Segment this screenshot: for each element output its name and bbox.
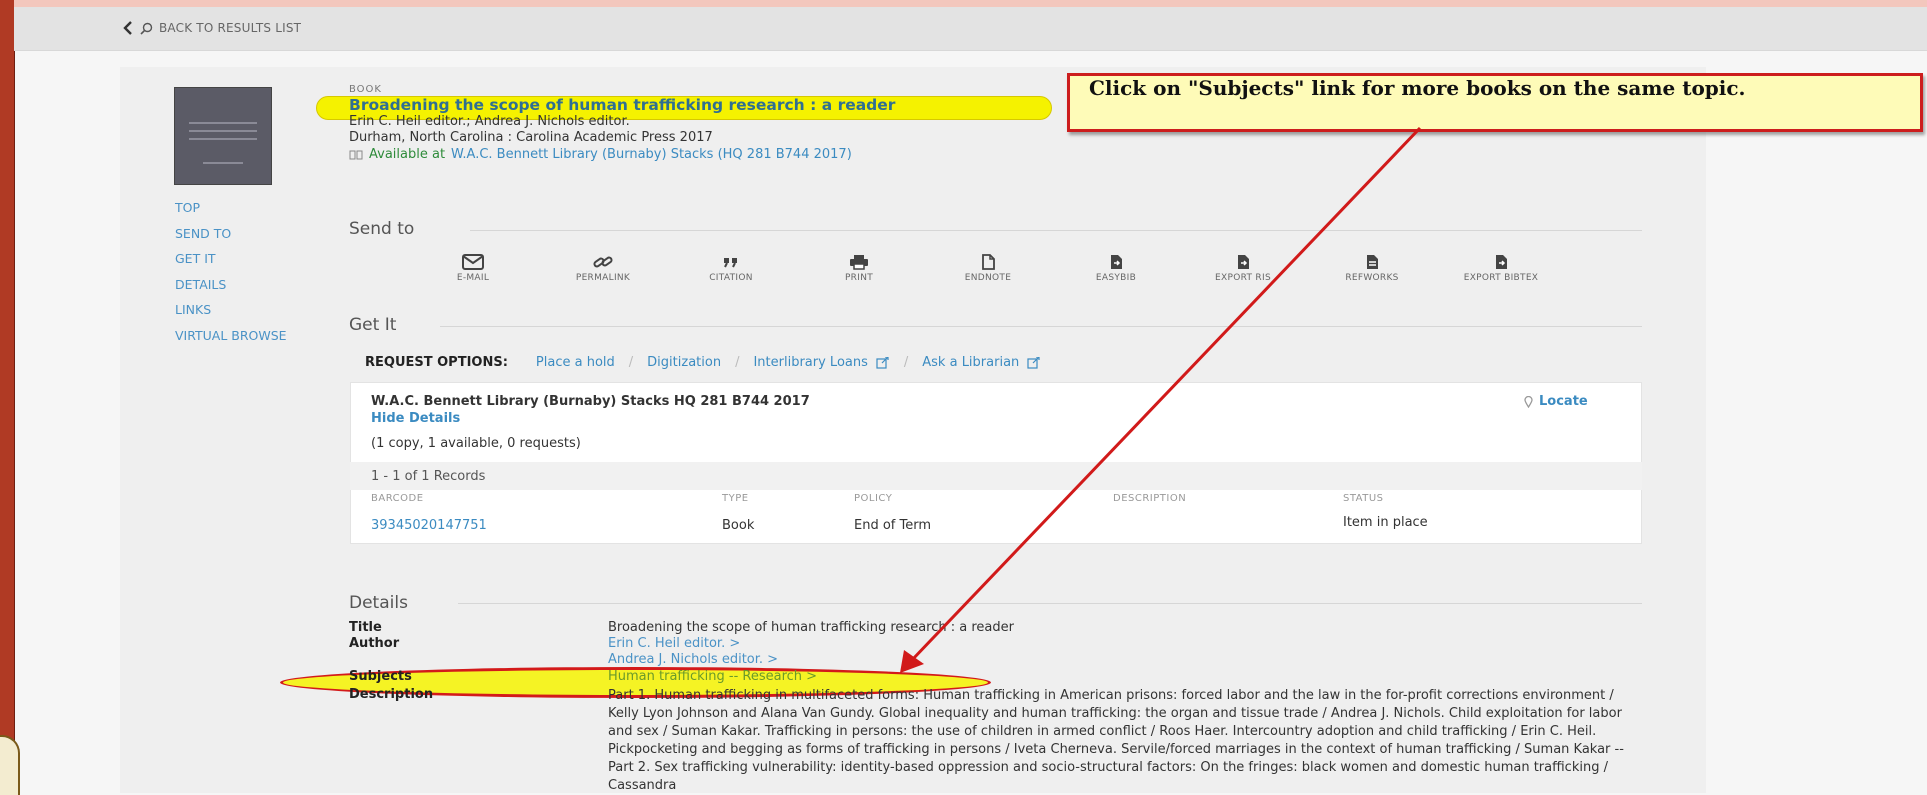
column-description: DESCRIPTION	[1113, 493, 1187, 504]
chevron-left-icon	[123, 21, 132, 35]
slide-frame-left	[0, 0, 15, 793]
printer-icon	[850, 255, 868, 270]
ask-librarian-link[interactable]: Ask a Librarian	[922, 355, 1019, 370]
item-type: Book	[722, 518, 755, 533]
details-author-link[interactable]: Erin C. Heil editor. >	[608, 636, 740, 651]
quote-icon	[724, 258, 737, 268]
item-policy: End of Term	[854, 518, 932, 533]
details-description-label: Description	[349, 687, 434, 702]
book-availability-icon	[349, 150, 363, 159]
availability-line[interactable]: Available at W.A.C. Bennett Library (Bur…	[349, 147, 852, 162]
book-cover-thumbnail[interactable]	[174, 87, 272, 185]
availability-location-link[interactable]: W.A.C. Bennett Library (Burnaby) Stacks …	[451, 147, 852, 162]
file-export-icon	[1496, 255, 1507, 269]
separator: /	[903, 355, 909, 370]
send-endnote-button[interactable]: ENDNOTE	[943, 254, 1033, 283]
send-citation-button[interactable]: CITATION	[686, 254, 776, 283]
nav-get-it[interactable]: GET IT	[175, 249, 287, 275]
search-icon	[140, 22, 153, 35]
details-subjects-label: Subjects	[349, 669, 412, 684]
separator: /	[628, 355, 634, 370]
get-it-heading: Get It	[349, 315, 397, 335]
record-type: BOOK	[349, 84, 382, 95]
item-barcode[interactable]: 39345020147751	[371, 518, 487, 533]
nav-virtual-browse[interactable]: VIRTUAL BROWSE	[175, 326, 287, 352]
copies-summary: (1 copy, 1 available, 0 requests)	[371, 436, 581, 451]
external-link-icon	[876, 356, 889, 369]
column-status: STATUS	[1343, 493, 1384, 504]
interlibrary-loans-link[interactable]: Interlibrary Loans	[753, 355, 867, 370]
request-options-label: REQUEST OPTIONS:	[365, 355, 508, 370]
slide-page-curl	[0, 735, 20, 795]
subjects-link[interactable]: Human trafficking -- Research >	[608, 669, 817, 684]
back-to-results-link[interactable]: BACK TO RESULTS LIST	[122, 21, 301, 35]
file-export-icon	[1238, 255, 1249, 269]
locate-label: Locate	[1539, 394, 1588, 409]
send-easybib-button[interactable]: EASYBIB	[1071, 254, 1161, 283]
nav-top[interactable]: TOP	[175, 198, 287, 224]
column-policy: POLICY	[854, 493, 893, 504]
send-permalink-button[interactable]: PERMALINK	[558, 254, 648, 283]
left-section-nav: TOP SEND TO GET IT DETAILS LINKS VIRTUAL…	[175, 198, 287, 351]
top-bar: BACK TO RESULTS LIST	[14, 7, 1927, 51]
details-divider	[458, 603, 1642, 604]
send-export-bibtex-button[interactable]: EXPORT BIBTEX	[1456, 254, 1546, 283]
record-publication: Durham, North Carolina : Carolina Academ…	[349, 130, 713, 145]
column-type: TYPE	[722, 493, 749, 504]
envelope-icon	[462, 254, 484, 270]
details-author-link[interactable]: Andrea J. Nichols editor. >	[608, 652, 778, 667]
back-to-results-label: BACK TO RESULTS LIST	[159, 21, 302, 35]
document-icon	[982, 254, 995, 270]
annotation-callout-text: Click on "Subjects" link for more books …	[1089, 76, 1746, 100]
details-heading: Details	[349, 593, 408, 613]
send-email-button[interactable]: E-MAIL	[428, 254, 518, 283]
holding-location: W.A.C. Bennett Library (Burnaby) Stacks …	[371, 394, 810, 409]
details-description-value: Part 1. Human trafficking in multifacete…	[608, 688, 1624, 793]
get-it-divider	[440, 326, 1642, 327]
details-author-label: Author	[349, 636, 400, 651]
document-list-icon	[1367, 255, 1378, 269]
nav-links[interactable]: LINKS	[175, 300, 287, 326]
place-hold-link[interactable]: Place a hold	[536, 355, 615, 370]
request-options-row: REQUEST OPTIONS: Place a hold / Digitiza…	[365, 355, 1041, 370]
column-barcode: BARCODE	[371, 493, 424, 504]
file-export-icon	[1111, 255, 1122, 269]
digitization-link[interactable]: Digitization	[647, 355, 721, 370]
details-title-label: Title	[349, 620, 382, 635]
records-count-strip	[350, 462, 1642, 490]
send-refworks-button[interactable]: REFWORKS	[1327, 254, 1417, 283]
external-link-icon	[1027, 356, 1040, 369]
send-to-heading: Send to	[349, 219, 415, 239]
records-count: 1 - 1 of 1 Records	[371, 469, 486, 484]
link-icon	[593, 256, 613, 268]
nav-details[interactable]: DETAILS	[175, 275, 287, 301]
slide-frame-top	[14, 0, 1927, 7]
map-pin-icon	[1524, 395, 1533, 408]
send-print-button[interactable]: PRINT	[814, 254, 904, 283]
hide-details-link[interactable]: Hide Details	[371, 411, 460, 426]
details-title-value: Broadening the scope of human traffickin…	[608, 620, 1014, 635]
item-status: Item in place	[1343, 515, 1428, 530]
separator: /	[735, 355, 740, 370]
nav-send-to[interactable]: SEND TO	[175, 224, 287, 250]
locate-link[interactable]: Locate	[1524, 394, 1588, 409]
send-to-divider	[470, 230, 1642, 231]
send-export-ris-button[interactable]: EXPORT RIS	[1198, 254, 1288, 283]
availability-status: Available at	[369, 147, 446, 162]
record-title-link[interactable]: Broadening the scope of human traffickin…	[349, 96, 895, 114]
record-authors: Erin C. Heil editor.; Andrea J. Nichols …	[349, 114, 630, 129]
